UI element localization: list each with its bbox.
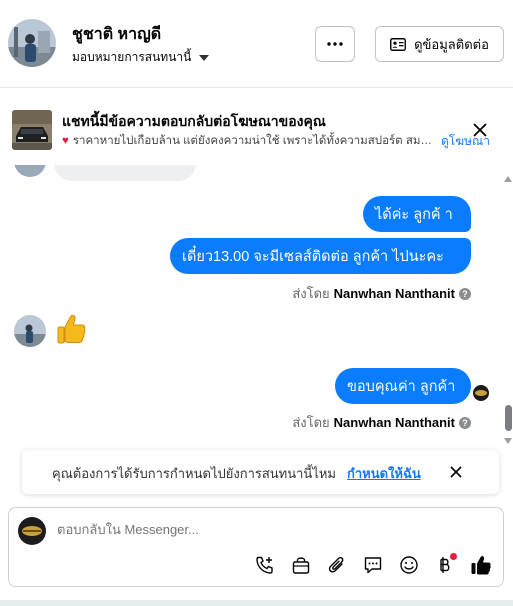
sent-by-label: ส่งโดย Nanwhan Nanthanit ?: [292, 283, 471, 304]
help-icon[interactable]: ?: [459, 416, 471, 429]
seen-receipt-avatar: [473, 385, 489, 401]
more-options-button[interactable]: [315, 26, 355, 62]
message-thread: ได้ค่ะ ลูกค้ า เดี๋ยว13.00 จะมีเซลส์ติดต…: [0, 165, 513, 450]
message-text: ขอบคุณค่า ลูกค้า: [347, 378, 456, 395]
message-text: ได้ค่ะ ลูกค้ า: [375, 206, 453, 223]
notification-dot: [450, 553, 457, 560]
ad-thumbnail[interactable]: [12, 110, 52, 150]
call-button[interactable]: [253, 553, 277, 577]
ad-banner-title: แชทนี้มีข้อความตอบกลับต่อโฆษณาของคุณ: [62, 113, 326, 129]
shopping-bag-icon: [292, 557, 310, 574]
incoming-message-bubble: [54, 165, 196, 181]
outgoing-message-bubble[interactable]: ขอบคุณค่า ลูกค้า: [335, 368, 471, 404]
message-composer: [8, 507, 504, 587]
phone-plus-icon: [256, 556, 273, 574]
close-prompt-button[interactable]: [447, 463, 465, 481]
message-text: เดี๋ยว13.00 จะมีเซลส์ติดต่อ ลูกค้า ไปนะค…: [182, 248, 444, 265]
caret-down-icon: [199, 54, 210, 61]
scroll-up-arrow[interactable]: [504, 176, 512, 182]
attach-button[interactable]: [325, 553, 349, 577]
sent-by-label: ส่งโดย Nanwhan Nanthanit ?: [292, 412, 471, 433]
close-icon: [473, 123, 487, 137]
sender-name: Nanwhan Nanthanit: [333, 286, 455, 301]
assign-conversation-dropdown[interactable]: มอบหมายการสนทนานี้: [72, 48, 210, 67]
ad-description-text: ราคาหายไปเกือบล้าน แต่ยังคงความน่าใช้ เพ…: [72, 135, 432, 147]
sent-by-prefix: ส่งโดย: [292, 415, 330, 430]
assign-to-me-link[interactable]: กำหนดให้ฉัน: [347, 463, 421, 484]
bottom-edge: [0, 600, 513, 606]
ad-reply-banner: แชทนี้มีข้อความตอบกลับต่อโฆษณาของคุณ ♥ รา…: [0, 104, 513, 162]
smiley-icon: [400, 556, 418, 574]
assign-label: มอบหมายการสนทนานี้: [72, 50, 192, 64]
conversation-header: ชูชาติ หาญดี มอบหมายการสนทนานี้ ดูข้อมูล…: [0, 0, 513, 88]
outgoing-message-bubble[interactable]: เดี๋ยว13.00 จะมีเซลส์ติดต่อ ลูกค้า ไปนะค…: [170, 238, 471, 274]
ad-description: ♥ ราคาหายไปเกือบล้าน แต่ยังคงความน่าใช้ เ…: [62, 132, 432, 150]
chat-bubble-icon: [364, 557, 382, 574]
heart-icon: ♥: [62, 135, 69, 147]
help-icon[interactable]: ?: [459, 287, 471, 300]
view-contact-label: ดูข้อมูลติดต่อ: [414, 36, 489, 52]
thumbs-up-icon: [471, 556, 491, 575]
paperclip-icon: [328, 556, 344, 573]
close-icon: [450, 466, 462, 478]
page-avatar: [18, 517, 46, 545]
close-banner-button[interactable]: [470, 120, 490, 140]
more-horizontal-icon: [327, 42, 343, 46]
contact-avatar[interactable]: [8, 19, 56, 67]
contact-card-icon: [390, 37, 407, 51]
scroll-down-arrow[interactable]: [504, 438, 512, 444]
assign-prompt: คุณต้องการได้รับการกำหนดไปยังการสนทนานี้…: [22, 450, 499, 494]
sender-name: Nanwhan Nanthanit: [333, 415, 455, 430]
assign-prompt-text: คุณต้องการได้รับการกำหนดไปยังการสนทนานี้…: [52, 466, 336, 481]
contact-avatar-small: [14, 165, 46, 177]
scrollbar-thumb[interactable]: [505, 405, 512, 431]
shop-button[interactable]: [289, 553, 313, 577]
emoji-button[interactable]: [397, 553, 421, 577]
payment-button[interactable]: [433, 553, 457, 577]
like-button[interactable]: [469, 553, 493, 577]
reply-input[interactable]: [57, 522, 477, 537]
view-contact-button[interactable]: ดูข้อมูลติดต่อ: [375, 26, 504, 62]
contact-avatar-small: [14, 315, 46, 347]
thumbs-up-icon: [56, 313, 86, 347]
sent-by-prefix: ส่งโดย: [292, 286, 330, 301]
outgoing-message-bubble[interactable]: ได้ค่ะ ลูกค้ า: [363, 196, 471, 232]
contact-name: ชูชาติ หาญดี: [72, 26, 162, 43]
composer-toolbar: [253, 553, 493, 577]
saved-replies-button[interactable]: [361, 553, 385, 577]
